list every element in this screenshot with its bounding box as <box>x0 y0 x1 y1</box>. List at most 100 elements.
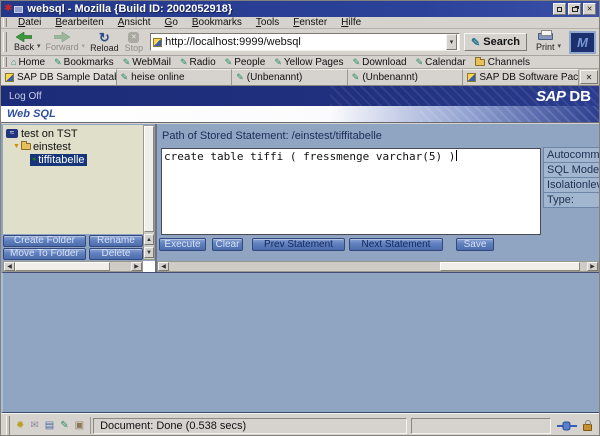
home-icon: ⌂ <box>11 58 16 67</box>
back-button[interactable]: Back <box>11 30 37 55</box>
tab-close-button[interactable]: ✕ <box>580 70 598 84</box>
calendar-icon: ✎ <box>416 58 424 67</box>
toolbar-grippy[interactable] <box>3 57 7 67</box>
menu-datei[interactable]: Datei <box>11 17 48 28</box>
sapdb-header: Log Off SAPDB <box>1 86 599 106</box>
bookmark-webmail[interactable]: ✎WebMail <box>123 57 171 68</box>
next-statement-button[interactable]: Next Statement <box>349 238 443 251</box>
forward-dropdown-icon: ▾ <box>82 42 86 50</box>
scroll-left-button[interactable]: ◀ <box>158 262 169 271</box>
bookmark-yellowpages[interactable]: ✎Yellow Pages <box>274 57 343 68</box>
sql-mode-label: SQL Mode: <box>543 162 599 178</box>
stored-statement-path: Path of Stored Statement: /einstest/tiff… <box>162 130 382 142</box>
tree-root-item[interactable]: ≈ test on TST <box>6 127 143 140</box>
navigator-icon[interactable]: ✹ <box>16 421 24 431</box>
online-plug-icon[interactable] <box>557 421 577 431</box>
log-off-link[interactable]: Log Off <box>9 91 42 102</box>
tab-sap-sample-database[interactable]: SAP DB Sample Database (... <box>1 69 117 85</box>
prev-statement-button[interactable]: Prev Statement <box>252 238 345 251</box>
scroll-right-button[interactable]: ▶ <box>587 262 598 271</box>
tree-folder-item[interactable]: ▼ einstest <box>6 140 143 153</box>
composer-icon[interactable]: ▤ <box>45 421 54 431</box>
url-input[interactable] <box>165 36 446 48</box>
print-button[interactable]: Print <box>533 30 558 55</box>
scrollbar-thumb[interactable] <box>15 262 110 271</box>
mozilla-throbber-icon[interactable]: M <box>569 31 596 54</box>
people-icon: ✎ <box>225 58 233 67</box>
mail-icon[interactable]: ✉ <box>30 421 38 431</box>
statusbar-grippy[interactable] <box>6 416 10 434</box>
sql-frame: Path of Stored Statement: /einstest/tiff… <box>157 125 599 272</box>
bookmark-bookmarks[interactable]: ✎Bookmarks <box>54 57 114 68</box>
bookmark-channels[interactable]: Channels <box>475 57 530 68</box>
scroll-right-button[interactable]: ▶ <box>131 262 142 271</box>
forward-button[interactable]: Forward <box>43 30 82 55</box>
bookmark-label: Channels <box>488 57 530 68</box>
banner-texture <box>420 106 599 122</box>
scrollbar-thumb[interactable] <box>144 126 154 232</box>
bookmark-label: WebMail <box>132 57 171 68</box>
menu-go[interactable]: Go <box>158 17 185 28</box>
tree-vertical-scrollbar[interactable]: ▲ ▼ <box>143 125 155 260</box>
bookmark-label: Home <box>18 57 45 68</box>
search-button[interactable]: ✎ Search <box>464 33 527 51</box>
bookmark-people[interactable]: ✎People <box>225 57 266 68</box>
bookmark-home[interactable]: ⌂Home <box>11 57 45 68</box>
scroll-left-button[interactable]: ◀ <box>4 262 15 271</box>
sapdb-logo: SAPDB <box>536 88 591 105</box>
restore-button[interactable] <box>568 3 581 15</box>
tab-unbenannt-2[interactable]: ✎(Unbenannt) <box>348 69 464 85</box>
menu-ansicht[interactable]: Ansicht <box>111 17 158 28</box>
sap-logo-text: SAP <box>536 88 565 105</box>
bookmark-calendar[interactable]: ✎Calendar <box>416 57 466 68</box>
radio-icon: ✎ <box>180 58 188 67</box>
toolbar-grippy[interactable] <box>3 32 7 53</box>
tree-horizontal-scrollbar[interactable]: ◀ ▶ <box>3 261 143 272</box>
sql-statement-textarea[interactable]: create table tiffi ( fressmenge varchar(… <box>161 148 541 235</box>
session-info-panel: Autocommit SQL Mode: Isolationlevel: Typ… <box>543 148 599 208</box>
window-menu-icon[interactable] <box>14 6 23 13</box>
twisty-open-icon[interactable]: ▼ <box>13 143 20 150</box>
menu-tools[interactable]: Tools <box>249 17 286 28</box>
scroll-up-button[interactable]: ▲ <box>144 234 154 245</box>
editor-icon[interactable]: ✎ <box>60 421 68 431</box>
tree-folder-label: einstest <box>33 141 71 153</box>
bookmark-label: People <box>234 57 265 68</box>
execute-button[interactable]: Execute <box>159 238 206 251</box>
tab-sap-software-packages[interactable]: SAP DB Software Packages <box>463 69 579 85</box>
address-book-icon[interactable]: ▣ <box>75 421 84 431</box>
scroll-down-button[interactable]: ▼ <box>144 247 154 258</box>
back-dropdown-icon[interactable]: ▾ <box>37 42 41 50</box>
rename-button[interactable]: Rename <box>89 235 143 247</box>
database-icon: ≈ <box>6 129 18 138</box>
component-bar: ✹ ✉ ▤ ✎ ▣ <box>14 417 91 433</box>
bookmark-download[interactable]: ✎Download <box>353 57 407 68</box>
menu-hilfe[interactable]: Hilfe <box>334 17 368 28</box>
toolbar-grippy[interactable] <box>3 18 7 27</box>
bookmark-label: Bookmarks <box>64 57 114 68</box>
tree-leaf-item[interactable]: ● tiffitabelle <box>6 153 143 166</box>
bookmark-radio[interactable]: ✎Radio <box>180 57 216 68</box>
reload-button[interactable]: ↻ Reload <box>87 30 122 55</box>
print-dropdown-icon[interactable]: ▾ <box>557 42 561 50</box>
url-dropdown-icon[interactable]: ▾ <box>446 34 457 50</box>
tab-heise-online[interactable]: ✎heise online <box>117 69 233 85</box>
close-button[interactable]: ✕ <box>583 3 596 15</box>
db-logo-text: DB <box>569 88 591 105</box>
bookmark-page-icon[interactable] <box>153 38 162 47</box>
menu-bearbeiten[interactable]: Bearbeiten <box>48 17 110 28</box>
move-to-folder-button[interactable]: Move To Folder <box>3 248 86 260</box>
sql-horizontal-scrollbar[interactable]: ◀ ▶ <box>157 261 599 272</box>
menu-fenster[interactable]: Fenster <box>286 17 334 28</box>
tab-unbenannt-1[interactable]: ✎(Unbenannt) <box>232 69 348 85</box>
save-button[interactable]: Save <box>456 238 494 251</box>
stop-button[interactable]: ✕ Stop <box>122 30 147 55</box>
menu-bookmarks[interactable]: Bookmarks <box>185 17 249 28</box>
delete-button[interactable]: Delete <box>89 248 143 260</box>
minimize-button[interactable] <box>553 3 566 15</box>
clear-button[interactable]: Clear <box>212 238 243 251</box>
scrollbar-thumb[interactable] <box>440 262 581 271</box>
create-folder-button[interactable]: Create Folder <box>3 235 86 247</box>
security-lock-icon[interactable] <box>583 424 592 431</box>
page-tab-icon: ✎ <box>121 72 129 83</box>
